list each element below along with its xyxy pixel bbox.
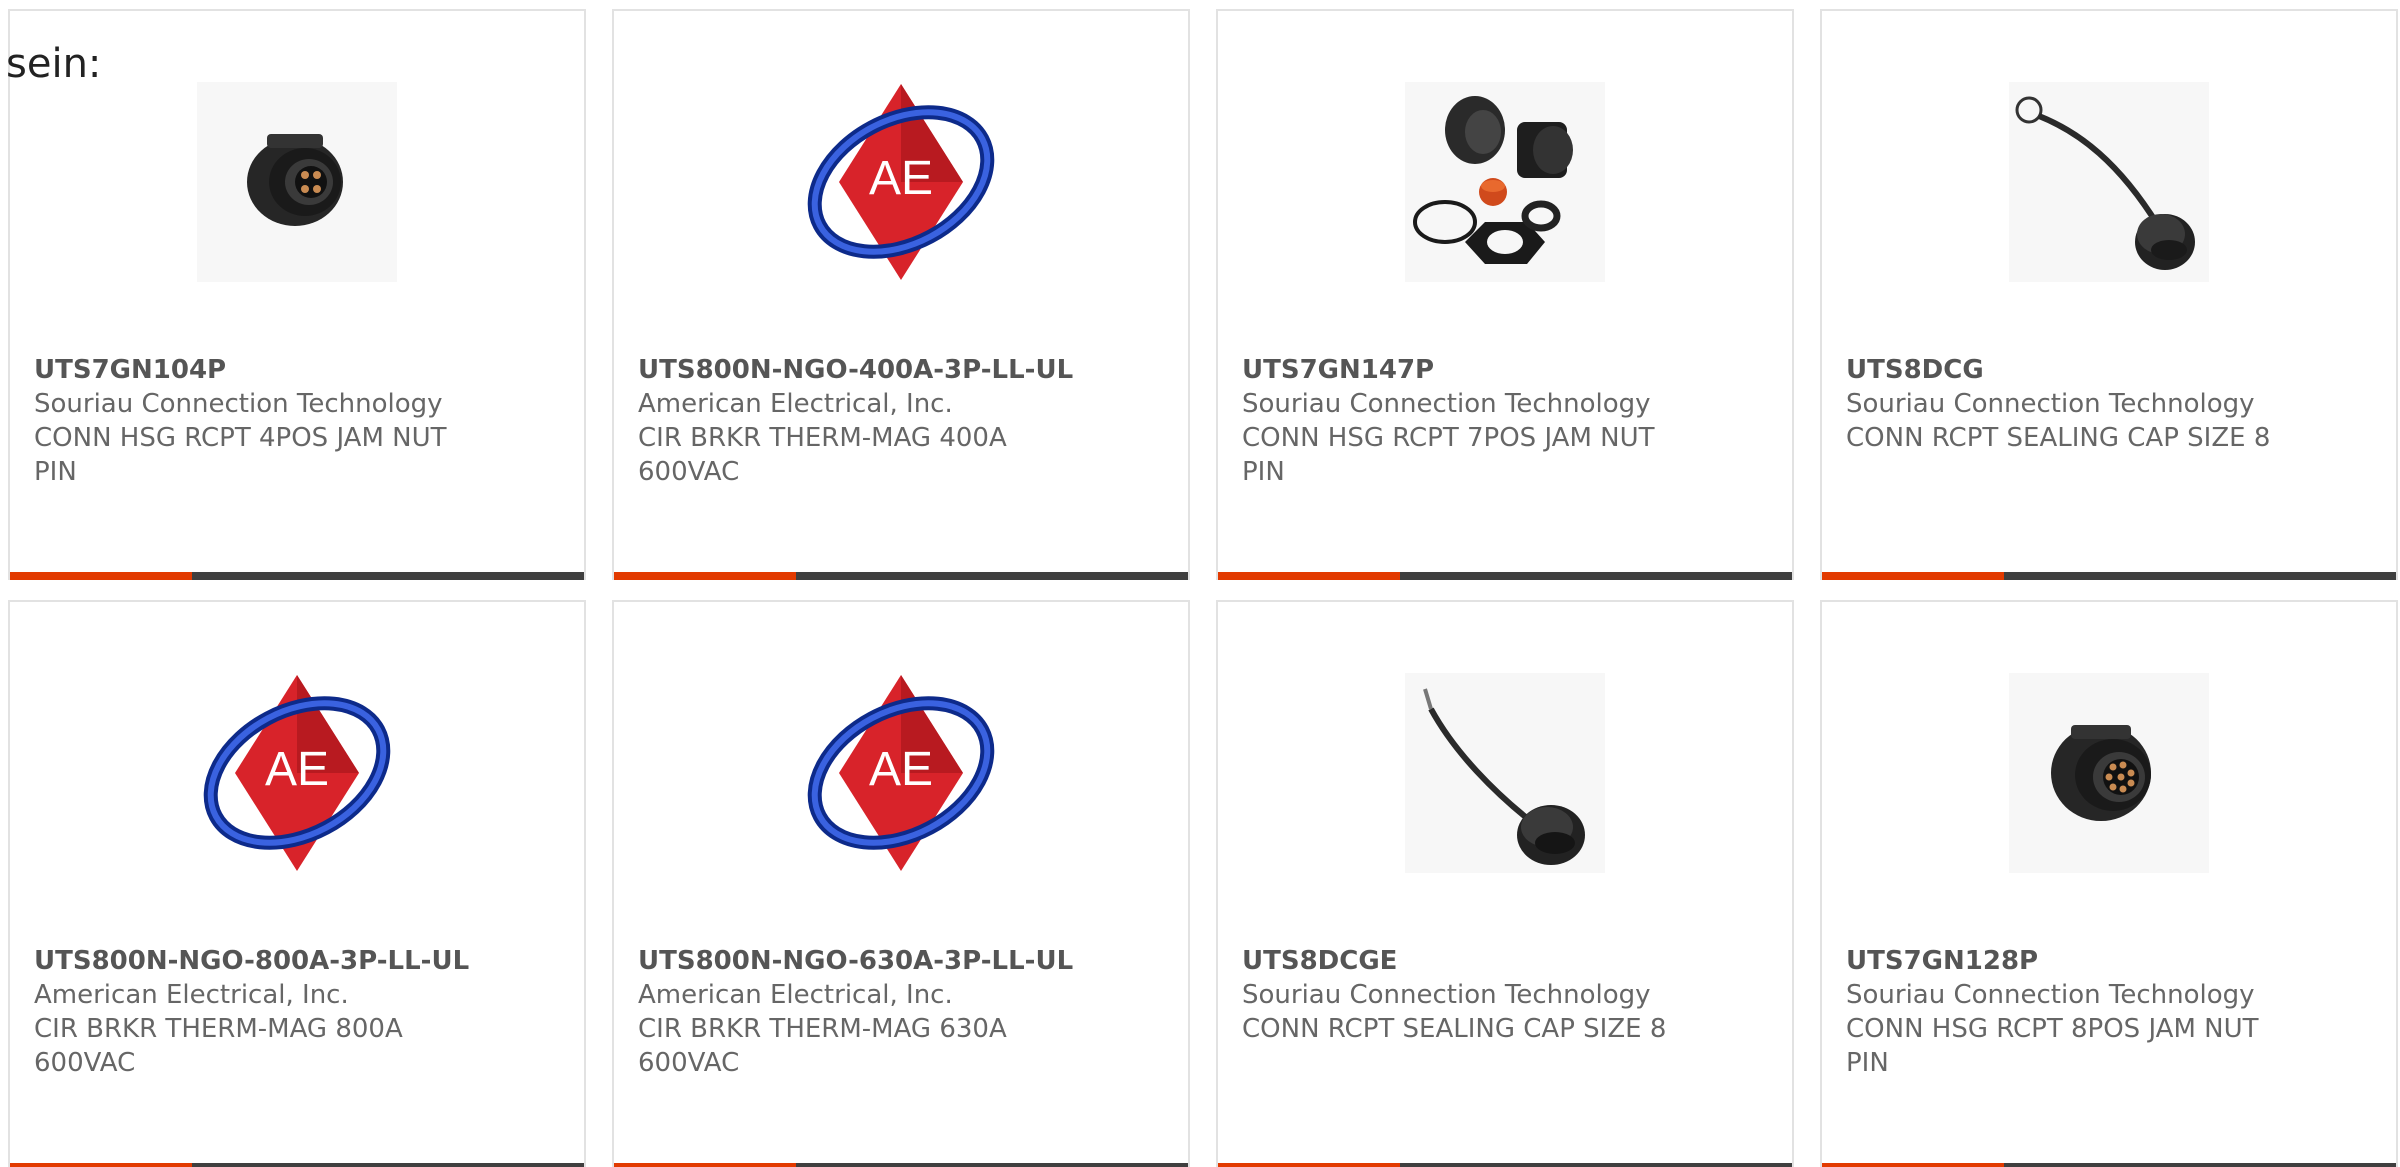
product-card[interactable]: UTS7GN128P Souriau Connection Technology… [1820, 600, 2398, 1167]
part-number-link[interactable]: UTS8DCGE [1242, 944, 1692, 978]
product-description: CIR BRKR THERM-MAG 630A 600VAC [638, 1014, 1007, 1078]
american-electrical-logo[interactable]: AE [801, 673, 1001, 873]
part-number-link[interactable]: UTS7GN128P [1846, 944, 2296, 978]
card-accent-bar [1822, 1163, 2004, 1167]
card-bottom-bar [1218, 572, 1792, 580]
product-card[interactable]: UTS8DCG Souriau Connection Technology CO… [1820, 9, 2398, 580]
product-info: UTS7GN147P Souriau Connection Technology… [1242, 353, 1692, 489]
product-card[interactable]: AE UTS800N-NGO-800A-3P-LL-UL American El… [8, 600, 586, 1167]
product-description: CIR BRKR THERM-MAG 800A 600VAC [34, 1014, 403, 1078]
product-description: CONN RCPT SEALING CAP SIZE 8 [1846, 423, 2271, 453]
card-accent-bar [10, 572, 192, 580]
manufacturer-name: Souriau Connection Technology [1846, 389, 2255, 419]
part-number-link[interactable]: UTS800N-NGO-800A-3P-LL-UL [34, 944, 484, 978]
product-grid-page: sein: UTS7GN104P Souriau Connection Tech… [0, 0, 2400, 1167]
card-bottom-bar [1218, 1163, 1792, 1167]
intro-text: sein: [6, 41, 102, 87]
card-accent-bar [1218, 1163, 1400, 1167]
manufacturer-name: American Electrical, Inc. [638, 389, 953, 419]
card-bottom-bar [614, 572, 1188, 580]
card-accent-bar [1218, 572, 1400, 580]
logo-text: AE [869, 743, 933, 796]
sealing-cap-lanyard-image[interactable] [1405, 673, 1605, 873]
product-card[interactable]: AE UTS800N-NGO-630A-3P-LL-UL American El… [612, 600, 1190, 1167]
product-info: UTS8DCG Souriau Connection Technology CO… [1846, 353, 2296, 455]
manufacturer-name: Souriau Connection Technology [1242, 980, 1651, 1010]
sealing-cap-ring-image[interactable] [2009, 82, 2209, 282]
product-info: UTS800N-NGO-400A-3P-LL-UL American Elect… [638, 353, 1088, 489]
connector-receptacle-image[interactable] [197, 82, 397, 282]
manufacturer-name: Souriau Connection Technology [1846, 980, 2255, 1010]
product-description: CONN RCPT SEALING CAP SIZE 8 [1242, 1014, 1667, 1044]
product-card[interactable]: AE UTS800N-NGO-400A-3P-LL-UL American El… [612, 9, 1190, 580]
part-number-link[interactable]: UTS800N-NGO-630A-3P-LL-UL [638, 944, 1088, 978]
manufacturer-name: Souriau Connection Technology [34, 389, 443, 419]
part-number-link[interactable]: UTS7GN104P [34, 353, 484, 387]
connector-receptacle-8pin-image[interactable] [2009, 673, 2209, 873]
product-card[interactable]: UTS7GN147P Souriau Connection Technology… [1216, 9, 1794, 580]
part-number-link[interactable]: UTS7GN147P [1242, 353, 1692, 387]
logo-text: AE [265, 743, 329, 796]
product-info: UTS7GN104P Souriau Connection Technology… [34, 353, 484, 489]
card-bottom-bar [1822, 572, 2396, 580]
card-bottom-bar [1822, 1163, 2396, 1167]
product-description: CONN HSG RCPT 8POS JAM NUT PIN [1846, 1014, 2259, 1078]
logo-text: AE [869, 152, 933, 205]
product-grid: UTS7GN104P Souriau Connection Technology… [8, 9, 2400, 1167]
product-description: CONN HSG RCPT 4POS JAM NUT PIN [34, 423, 447, 487]
manufacturer-name: American Electrical, Inc. [638, 980, 953, 1010]
manufacturer-name: American Electrical, Inc. [34, 980, 349, 1010]
product-info: UTS8DCGE Souriau Connection Technology C… [1242, 944, 1692, 1046]
american-electrical-logo[interactable]: AE [801, 82, 1001, 282]
part-number-link[interactable]: UTS8DCG [1846, 353, 2296, 387]
card-bottom-bar [10, 1163, 584, 1167]
manufacturer-name: Souriau Connection Technology [1242, 389, 1651, 419]
card-bottom-bar [614, 1163, 1188, 1167]
card-bottom-bar [10, 572, 584, 580]
product-info: UTS800N-NGO-800A-3P-LL-UL American Elect… [34, 944, 484, 1080]
product-description: CIR BRKR THERM-MAG 400A 600VAC [638, 423, 1007, 487]
card-accent-bar [614, 572, 796, 580]
card-accent-bar [614, 1163, 796, 1167]
card-accent-bar [10, 1163, 192, 1167]
part-number-link[interactable]: UTS800N-NGO-400A-3P-LL-UL [638, 353, 1088, 387]
product-description: CONN HSG RCPT 7POS JAM NUT PIN [1242, 423, 1655, 487]
connector-kit-image[interactable] [1405, 82, 1605, 282]
product-card[interactable]: UTS8DCGE Souriau Connection Technology C… [1216, 600, 1794, 1167]
card-accent-bar [1822, 572, 2004, 580]
american-electrical-logo[interactable]: AE [197, 673, 397, 873]
product-info: UTS7GN128P Souriau Connection Technology… [1846, 944, 2296, 1080]
product-card[interactable]: UTS7GN104P Souriau Connection Technology… [8, 9, 586, 580]
product-info: UTS800N-NGO-630A-3P-LL-UL American Elect… [638, 944, 1088, 1080]
